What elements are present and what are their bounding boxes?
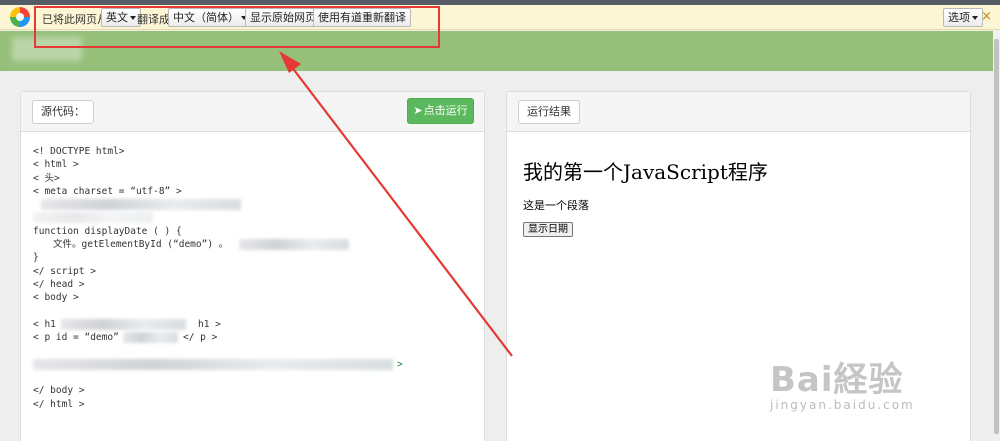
code-text: 文件。getElementById (“demo”) 。 [53,239,229,251]
paper-plane-icon: ➤ [413,104,423,117]
result-preview: 我的第一个JavaScript程序 这是一个段落 显示日期 [523,156,768,237]
source-code-panel: 源代码： ➤点击运行 <! DOCTYPE html> < html > < 头… [20,91,485,441]
scrollbar-thumb[interactable] [994,39,999,434]
code-text: > [397,358,403,370]
source-code-tab[interactable]: 源代码： [32,100,94,124]
code-editor[interactable]: <! DOCTYPE html> < html > < 头> < meta ch… [33,145,473,411]
watermark-url: jingyan.baidu.com [770,398,915,412]
annotation-box [34,6,440,48]
code-line: < 头> [33,172,60,184]
code-line: < p id = “demo” </ p > [33,331,473,344]
code-text: < p id = “demo” [33,332,119,344]
blurred-code [239,239,349,251]
code-line: <! DOCTYPE html> [33,146,125,157]
source-panel-header: 源代码： ➤点击运行 [21,92,484,132]
code-line: </ head > [33,278,85,290]
code-line: < h1 h1 > [33,318,473,331]
code-line: < html > [33,159,79,171]
blurred-code [61,318,186,330]
code-line: </ script > [33,265,96,277]
chevron-down-icon [972,16,978,20]
run-button[interactable]: ➤点击运行 [407,98,474,124]
translator-logo-icon [10,7,30,27]
code-text: h1 > [198,318,221,330]
vertical-scrollbar[interactable] [993,31,1000,441]
options-dropdown[interactable]: 选项 [943,8,983,27]
code-line: > [33,358,473,371]
watermark-brand: Bai経验 [770,360,904,400]
code-line: 文件。getElementById (“demo”) 。 [33,238,473,251]
result-heading: 我的第一个JavaScript程序 [523,160,768,184]
blurred-code [33,212,153,224]
result-tab[interactable]: 运行结果 [518,100,580,124]
blurred-code [33,358,393,370]
result-panel-header: 运行结果 [507,92,970,132]
code-line: < meta charset = “utf-8” > [33,185,182,197]
code-line [33,211,473,224]
code-line: function displayDate ( ) { [33,225,182,237]
code-line: } [33,252,39,264]
blurred-code [123,332,178,344]
close-icon[interactable]: × [981,9,992,24]
blurred-code [41,199,241,211]
code-line: < body > [33,292,79,304]
result-paragraph: 这是一个段落 [523,199,589,212]
code-line: </ html > [33,398,85,410]
code-line [33,198,473,211]
baidu-watermark: Bai経验 jingyan.baidu.com [770,352,970,422]
code-text: </ p > [183,332,218,344]
code-line: </ body > [33,385,85,397]
show-date-button[interactable]: 显示日期 [523,222,573,237]
code-text: < h1 [33,318,56,330]
